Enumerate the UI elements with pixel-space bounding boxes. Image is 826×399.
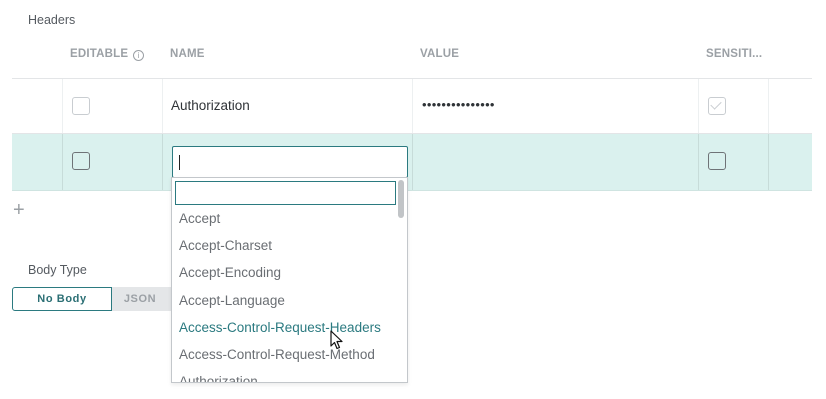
dropdown-option[interactable]: Accept-Charset	[172, 232, 397, 259]
dropdown-options: Accept Accept-Charset Accept-Encoding Ac…	[172, 205, 397, 382]
dropdown-option[interactable]: Accept-Language	[172, 287, 397, 314]
column-divider	[62, 134, 63, 190]
dropdown-option[interactable]: Accept	[172, 205, 397, 232]
dropdown-option-hovered[interactable]: Access-Control-Request-Headers	[172, 314, 397, 341]
header-name-dropdown: Accept Accept-Charset Accept-Encoding Ac…	[171, 177, 408, 383]
headers-table: EDITABLE i NAME VALUE SENSITI... Authoriz…	[12, 35, 812, 191]
editable-checkbox[interactable]	[72, 152, 90, 170]
dropdown-option[interactable]: Accept-Encoding	[172, 259, 397, 286]
dropdown-scrollbar[interactable]	[398, 180, 404, 218]
column-divider	[768, 79, 769, 133]
table-row: Authorization •••••••••••••••	[12, 79, 812, 134]
column-header-editable: EDITABLE i	[70, 48, 145, 61]
text-caret	[179, 155, 180, 170]
dropdown-option[interactable]: Authorization	[172, 368, 397, 382]
header-name-cell[interactable]: Authorization	[171, 98, 250, 113]
column-divider	[412, 134, 413, 190]
header-name-input[interactable]	[172, 146, 408, 178]
body-type-option-no-body[interactable]: No Body	[12, 287, 112, 311]
dropdown-search-input[interactable]	[175, 181, 396, 205]
column-divider	[698, 134, 699, 190]
column-divider	[162, 79, 163, 133]
sensitive-checkbox[interactable]	[708, 97, 726, 115]
sensitive-checkbox[interactable]	[708, 152, 726, 170]
header-value-cell[interactable]: •••••••••••••••	[422, 97, 495, 112]
column-header-sensitive: SENSITI...	[706, 48, 763, 60]
table-row-selected	[12, 134, 812, 191]
column-divider	[162, 134, 163, 190]
column-divider	[768, 134, 769, 190]
check-icon	[710, 98, 722, 110]
column-header-value: VALUE	[420, 48, 460, 60]
column-header-name: NAME	[170, 48, 205, 60]
headers-label: Headers	[28, 13, 76, 27]
column-divider	[62, 79, 63, 133]
plus-icon[interactable]: +	[13, 200, 25, 220]
editable-checkbox[interactable]	[72, 97, 90, 115]
table-header: EDITABLE i NAME VALUE SENSITI...	[12, 35, 812, 79]
mouse-pointer-icon	[330, 330, 343, 350]
column-divider	[412, 79, 413, 133]
body-type-label: Body Type	[28, 263, 87, 277]
column-divider	[698, 79, 699, 133]
dropdown-option[interactable]: Access-Control-Request-Method	[172, 341, 397, 368]
body-type-selector: No Body JSON	[12, 287, 182, 311]
info-icon[interactable]: i	[133, 50, 145, 61]
